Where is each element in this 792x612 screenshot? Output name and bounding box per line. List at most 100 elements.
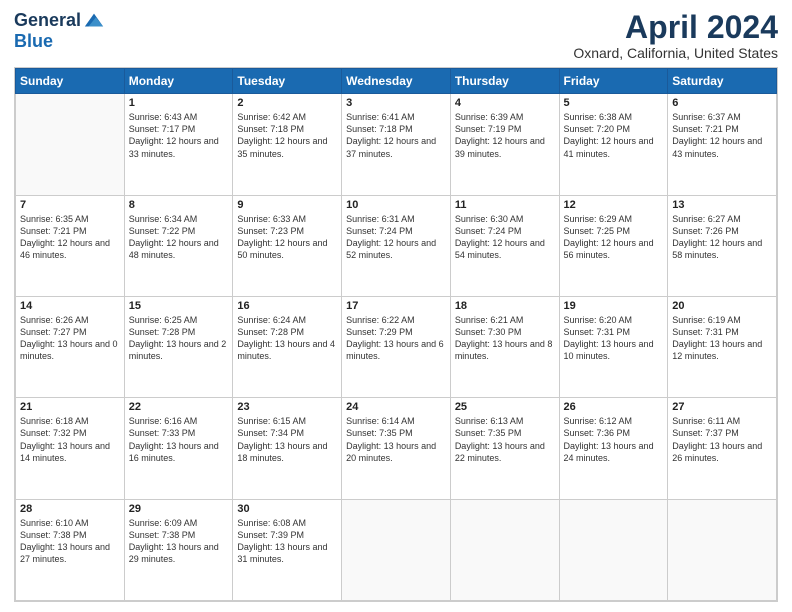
day-number: 9 (237, 199, 337, 211)
day-number: 23 (237, 401, 337, 413)
calendar-cell-w1-d2: 1Sunrise: 6:43 AMSunset: 7:17 PMDaylight… (124, 94, 233, 195)
day-number: 10 (346, 199, 446, 211)
header-wednesday: Wednesday (342, 69, 451, 94)
calendar: Sunday Monday Tuesday Wednesday Thursday… (14, 67, 778, 602)
day-info: Sunrise: 6:42 AMSunset: 7:18 PMDaylight:… (237, 111, 337, 160)
day-info: Sunrise: 6:26 AMSunset: 7:27 PMDaylight:… (20, 314, 120, 363)
calendar-cell-w2-d7: 13Sunrise: 6:27 AMSunset: 7:26 PMDayligh… (668, 195, 777, 296)
calendar-cell-w5-d1: 28Sunrise: 6:10 AMSunset: 7:38 PMDayligh… (16, 499, 125, 600)
calendar-cell-w3-d7: 20 Sunrise: 6:19 AMSunset: 7:31 PMDayligh… (668, 296, 777, 397)
day-number: 29 (129, 503, 229, 515)
day-number: 2 (237, 97, 337, 109)
calendar-cell-w2-d4: 10 Sunrise: 6:31 AMSunset: 7:24 PMDayligh… (342, 195, 451, 296)
day-info: Sunrise: 6:24 AMSunset: 7:28 PMDaylight:… (237, 314, 337, 363)
week-row-5: 28Sunrise: 6:10 AMSunset: 7:38 PMDayligh… (16, 499, 777, 600)
day-info: Sunrise: 6:08 AMSunset: 7:39 PMDaylight:… (237, 517, 337, 566)
calendar-cell-w3-d4: 17Sunrise: 6:22 AMSunset: 7:29 PMDayligh… (342, 296, 451, 397)
day-number: 15 (129, 300, 229, 312)
day-number: 4 (455, 97, 555, 109)
week-row-3: 14 Sunrise: 6:26 AMSunset: 7:27 PMDayligh… (16, 296, 777, 397)
day-info: Sunrise: 6:20 AMSunset: 7:31 PMDaylight:… (564, 314, 664, 363)
calendar-cell-w3-d6: 19Sunrise: 6:20 AMSunset: 7:31 PMDayligh… (559, 296, 668, 397)
day-number: 8 (129, 199, 229, 211)
calendar-cell-w2-d5: 11 Sunrise: 6:30 AMSunset: 7:24 PMDayligh… (450, 195, 559, 296)
title-block: April 2024 Oxnard, California, United St… (573, 10, 778, 61)
calendar-cell-w1-d5: 4 Sunrise: 6:39 AMSunset: 7:19 PMDaylight… (450, 94, 559, 195)
day-number: 14 (20, 300, 120, 312)
header: General Blue April 2024 Oxnard, Californ… (14, 10, 778, 61)
day-number: 7 (20, 199, 120, 211)
calendar-cell-w2-d1: 7 Sunrise: 6:35 AMSunset: 7:21 PMDaylight… (16, 195, 125, 296)
day-info: Sunrise: 6:35 AMSunset: 7:21 PMDaylight:… (20, 213, 120, 262)
header-thursday: Thursday (450, 69, 559, 94)
day-number: 22 (129, 401, 229, 413)
day-info: Sunrise: 6:21 AMSunset: 7:30 PMDaylight:… (455, 314, 555, 363)
calendar-cell-w1-d7: 6Sunrise: 6:37 AMSunset: 7:21 PMDaylight… (668, 94, 777, 195)
day-info: Sunrise: 6:29 AMSunset: 7:25 PMDaylight:… (564, 213, 664, 262)
day-info: Sunrise: 6:22 AMSunset: 7:29 PMDaylight:… (346, 314, 446, 363)
day-info: Sunrise: 6:33 AMSunset: 7:23 PMDaylight:… (237, 213, 337, 262)
calendar-cell-w1-d1 (16, 94, 125, 195)
day-info: Sunrise: 6:39 AMSunset: 7:19 PMDaylight:… (455, 111, 555, 160)
day-info: Sunrise: 6:27 AMSunset: 7:26 PMDaylight:… (672, 213, 772, 262)
day-info: Sunrise: 6:30 AMSunset: 7:24 PMDaylight:… (455, 213, 555, 262)
calendar-cell-w1-d4: 3 Sunrise: 6:41 AMSunset: 7:18 PMDaylight… (342, 94, 451, 195)
calendar-cell-w4-d3: 23 Sunrise: 6:15 AMSunset: 7:34 PMDayligh… (233, 398, 342, 499)
subtitle: Oxnard, California, United States (573, 45, 778, 61)
calendar-header-row: Sunday Monday Tuesday Wednesday Thursday… (16, 69, 777, 94)
day-info: Sunrise: 6:41 AMSunset: 7:18 PMDaylight:… (346, 111, 446, 160)
day-info: Sunrise: 6:34 AMSunset: 7:22 PMDaylight:… (129, 213, 229, 262)
day-info: Sunrise: 6:11 AMSunset: 7:37 PMDaylight:… (672, 415, 772, 464)
day-number: 20 (672, 300, 772, 312)
header-saturday: Saturday (668, 69, 777, 94)
day-number: 18 (455, 300, 555, 312)
calendar-cell-w3-d2: 15 Sunrise: 6:25 AMSunset: 7:28 PMDayligh… (124, 296, 233, 397)
calendar-cell-w2-d2: 8 Sunrise: 6:34 AMSunset: 7:22 PMDaylight… (124, 195, 233, 296)
day-info: Sunrise: 6:15 AMSunset: 7:34 PMDaylight:… (237, 415, 337, 464)
calendar-cell-w2-d6: 12Sunrise: 6:29 AMSunset: 7:25 PMDayligh… (559, 195, 668, 296)
header-friday: Friday (559, 69, 668, 94)
logo-text: General (14, 11, 81, 31)
logo-icon (83, 10, 105, 32)
calendar-cell-w5-d3: 30Sunrise: 6:08 AMSunset: 7:39 PMDayligh… (233, 499, 342, 600)
calendar-cell-w5-d4 (342, 499, 451, 600)
day-info: Sunrise: 6:25 AMSunset: 7:28 PMDaylight:… (129, 314, 229, 363)
day-info: Sunrise: 6:18 AMSunset: 7:32 PMDaylight:… (20, 415, 120, 464)
calendar-cell-w4-d4: 24Sunrise: 6:14 AMSunset: 7:35 PMDayligh… (342, 398, 451, 499)
calendar-cell-w4-d5: 25 Sunrise: 6:13 AMSunset: 7:35 PMDayligh… (450, 398, 559, 499)
logo-text-blue: Blue (14, 32, 105, 52)
calendar-cell-w4-d6: 26 Sunrise: 6:12 AMSunset: 7:36 PMDayligh… (559, 398, 668, 499)
day-number: 26 (564, 401, 664, 413)
day-info: Sunrise: 6:16 AMSunset: 7:33 PMDaylight:… (129, 415, 229, 464)
day-info: Sunrise: 6:38 AMSunset: 7:20 PMDaylight:… (564, 111, 664, 160)
day-info: Sunrise: 6:12 AMSunset: 7:36 PMDaylight:… (564, 415, 664, 464)
day-number: 3 (346, 97, 446, 109)
day-number: 5 (564, 97, 664, 109)
week-row-4: 21Sunrise: 6:18 AMSunset: 7:32 PMDayligh… (16, 398, 777, 499)
calendar-cell-w4-d1: 21Sunrise: 6:18 AMSunset: 7:32 PMDayligh… (16, 398, 125, 499)
day-info: Sunrise: 6:37 AMSunset: 7:21 PMDaylight:… (672, 111, 772, 160)
header-tuesday: Tuesday (233, 69, 342, 94)
calendar-cell-w5-d5 (450, 499, 559, 600)
day-info: Sunrise: 6:19 AMSunset: 7:31 PMDaylight:… (672, 314, 772, 363)
calendar-cell-w5-d6 (559, 499, 668, 600)
day-number: 25 (455, 401, 555, 413)
day-number: 11 (455, 199, 555, 211)
day-info: Sunrise: 6:09 AMSunset: 7:38 PMDaylight:… (129, 517, 229, 566)
calendar-table: Sunday Monday Tuesday Wednesday Thursday… (15, 68, 777, 601)
day-number: 28 (20, 503, 120, 515)
day-number: 16 (237, 300, 337, 312)
calendar-cell-w1-d6: 5 Sunrise: 6:38 AMSunset: 7:20 PMDaylight… (559, 94, 668, 195)
week-row-2: 7 Sunrise: 6:35 AMSunset: 7:21 PMDaylight… (16, 195, 777, 296)
calendar-cell-w4-d2: 22 Sunrise: 6:16 AMSunset: 7:33 PMDayligh… (124, 398, 233, 499)
day-info: Sunrise: 6:31 AMSunset: 7:24 PMDaylight:… (346, 213, 446, 262)
calendar-cell-w5-d2: 29 Sunrise: 6:09 AMSunset: 7:38 PMDayligh… (124, 499, 233, 600)
week-row-1: 1Sunrise: 6:43 AMSunset: 7:17 PMDaylight… (16, 94, 777, 195)
calendar-cell-w3-d5: 18 Sunrise: 6:21 AMSunset: 7:30 PMDayligh… (450, 296, 559, 397)
day-info: Sunrise: 6:43 AMSunset: 7:17 PMDaylight:… (129, 111, 229, 160)
day-number: 24 (346, 401, 446, 413)
calendar-cell-w4-d7: 27Sunrise: 6:11 AMSunset: 7:37 PMDayligh… (668, 398, 777, 499)
calendar-cell-w5-d7 (668, 499, 777, 600)
day-info: Sunrise: 6:13 AMSunset: 7:35 PMDaylight:… (455, 415, 555, 464)
main-title: April 2024 (573, 10, 778, 45)
